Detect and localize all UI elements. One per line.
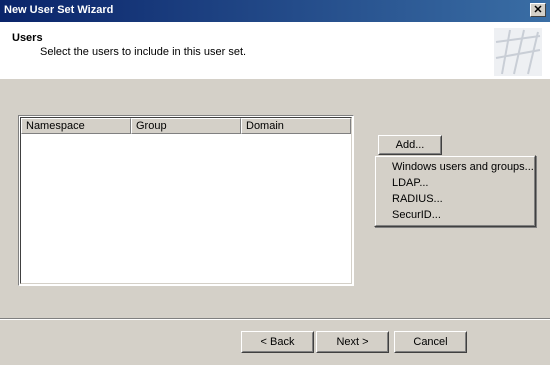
list-header: Namespace Group Domain [21, 118, 351, 134]
close-button[interactable]: ✕ [530, 3, 546, 17]
title-bar: New User Set Wizard ✕ [0, 0, 550, 22]
window-title: New User Set Wizard [4, 4, 114, 16]
wizard-graphic-icon [494, 28, 542, 76]
next-button-label: Next > [336, 336, 369, 348]
back-button-label: < Back [260, 336, 295, 348]
close-icon: ✕ [533, 4, 543, 16]
menu-item-securid[interactable]: SecurID... [392, 209, 441, 221]
column-header-group[interactable]: Group [131, 118, 241, 134]
cancel-button[interactable]: Cancel [394, 331, 467, 353]
next-button[interactable]: Next > [316, 331, 389, 353]
add-button-label: Add... [395, 139, 425, 151]
back-button[interactable]: < Back [241, 331, 314, 353]
menu-item-ldap[interactable]: LDAP... [392, 177, 429, 189]
column-header-namespace[interactable]: Namespace [21, 118, 131, 134]
users-list[interactable]: Namespace Group Domain [18, 115, 354, 286]
footer-divider [0, 318, 550, 320]
cancel-button-label: Cancel [413, 336, 448, 348]
wizard-header: Users Select the users to include in thi… [0, 22, 550, 79]
column-header-domain[interactable]: Domain [241, 118, 351, 134]
page-title: Users [12, 32, 43, 44]
add-dropdown-menu: Windows users and groups... LDAP... RADI… [374, 155, 536, 227]
header-divider [0, 78, 550, 79]
page-subtitle: Select the users to include in this user… [40, 46, 247, 58]
menu-item-radius[interactable]: RADIUS... [392, 193, 443, 205]
add-button[interactable]: Add... [378, 135, 442, 155]
menu-item-windows-users[interactable]: Windows users and groups... [392, 161, 534, 173]
